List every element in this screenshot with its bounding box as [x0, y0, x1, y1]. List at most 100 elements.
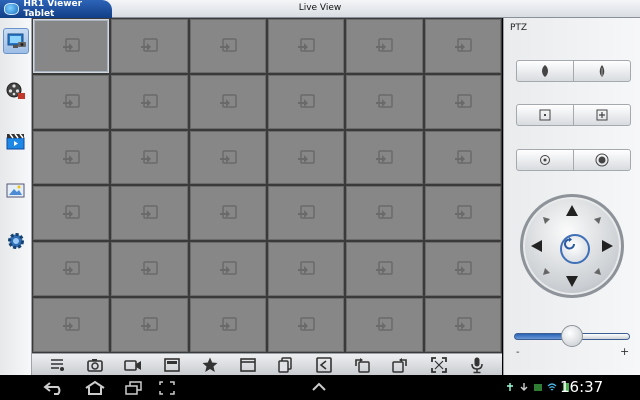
camera-cell[interactable] — [189, 186, 266, 241]
camera-cell[interactable] — [424, 186, 501, 241]
down-right-arrow[interactable] — [594, 268, 601, 275]
up-right-arrow[interactable] — [594, 217, 601, 224]
camera-cell[interactable] — [268, 242, 345, 297]
no-video-icon — [219, 38, 237, 52]
pan-right-arrow[interactable] — [602, 240, 613, 252]
record-video-button[interactable] — [124, 356, 142, 374]
focus-near-button[interactable] — [517, 61, 573, 81]
film-reel-icon — [6, 82, 25, 99]
camera-cell[interactable] — [189, 298, 266, 352]
camera-cell[interactable] — [189, 242, 266, 297]
sidebar-item-settings[interactable] — [3, 228, 29, 254]
screenshot-icon[interactable] — [158, 380, 176, 396]
camera-cell[interactable] — [346, 242, 423, 297]
window-icon — [240, 357, 256, 372]
sidebar-item-playback[interactable] — [3, 78, 29, 104]
layout-list-button[interactable] — [48, 356, 66, 374]
camera-cell[interactable] — [346, 19, 423, 73]
camera-cell[interactable] — [111, 19, 188, 73]
down-left-arrow[interactable] — [543, 268, 550, 275]
wifi-icon — [547, 383, 557, 391]
camera-cell[interactable] — [33, 74, 110, 129]
usb-icon — [507, 383, 513, 391]
zoom-in-button[interactable] — [517, 105, 573, 125]
picture-icon — [6, 183, 25, 198]
expand-up-icon[interactable] — [311, 380, 327, 394]
clock: 16:37 — [560, 378, 604, 396]
camera-cell[interactable] — [424, 130, 501, 185]
no-video-icon — [454, 317, 472, 331]
full-frame-button[interactable] — [163, 356, 181, 374]
fullscreen-button[interactable] — [430, 356, 448, 374]
camera-cell[interactable] — [268, 19, 345, 73]
camera-cell[interactable] — [346, 130, 423, 185]
channel-group-button[interactable] — [277, 356, 295, 374]
ptz-speed-slider-thumb[interactable] — [561, 325, 583, 347]
no-video-icon — [141, 38, 159, 52]
camera-cell[interactable] — [189, 19, 266, 73]
pan-left-arrow[interactable] — [531, 240, 542, 252]
camera-cell[interactable] — [111, 298, 188, 352]
up-left-arrow[interactable] — [543, 217, 550, 224]
camera-cell[interactable] — [189, 130, 266, 185]
sidebar-item-snapshots[interactable] — [3, 178, 29, 204]
gear-icon — [8, 233, 24, 249]
no-video-icon — [454, 149, 472, 164]
camera-cell[interactable] — [268, 130, 345, 185]
camera-cell[interactable] — [268, 74, 345, 129]
view-title: Live View — [298, 3, 342, 13]
camera-cell[interactable] — [346, 298, 423, 352]
back-icon[interactable] — [42, 380, 68, 396]
no-video-icon — [376, 93, 394, 108]
camera-cell[interactable] — [424, 242, 501, 297]
microphone-button[interactable] — [468, 356, 486, 374]
rotate-left-button[interactable] — [353, 356, 371, 374]
camera-cell[interactable] — [424, 74, 501, 129]
camera-cell[interactable] — [111, 130, 188, 185]
zoom-out-button[interactable] — [573, 105, 630, 125]
no-video-icon — [454, 38, 472, 52]
iris-close-button[interactable] — [517, 150, 573, 170]
camera-cell[interactable] — [111, 74, 188, 129]
camera-cell[interactable] — [268, 186, 345, 241]
focus-far-button[interactable] — [573, 61, 630, 81]
window-button[interactable] — [239, 356, 257, 374]
camera-cell[interactable] — [33, 130, 110, 185]
ptz-joystick[interactable] — [520, 194, 624, 298]
snapshot-camera-button[interactable] — [86, 356, 104, 374]
full-frame-icon — [163, 357, 180, 372]
no-video-icon — [219, 93, 237, 108]
camera-cell[interactable] — [189, 74, 266, 129]
rotate-right-button[interactable] — [391, 356, 409, 374]
tilt-down-arrow[interactable] — [566, 276, 578, 287]
app-tab[interactable]: HR1 Viewer Tablet — [0, 0, 112, 19]
no-video-icon — [141, 149, 159, 164]
recent-apps-icon[interactable] — [124, 380, 144, 396]
no-video-icon — [298, 317, 315, 331]
iris-open-button[interactable] — [573, 150, 630, 170]
auto-rotate-icon — [564, 237, 575, 250]
favorite-star-button[interactable] — [201, 356, 219, 374]
camera-cell[interactable] — [33, 19, 110, 73]
ptz-title: PTZ — [510, 23, 528, 33]
camera-cell[interactable] — [33, 298, 110, 352]
camera-cell[interactable] — [111, 242, 188, 297]
camera-cell[interactable] — [33, 186, 110, 241]
camera-cell[interactable] — [111, 186, 188, 241]
camera-cell[interactable] — [346, 74, 423, 129]
auto-rotate-button[interactable] — [560, 234, 590, 264]
camera-cell[interactable] — [268, 298, 345, 352]
prev-page-button[interactable] — [315, 356, 333, 374]
camera-cell[interactable] — [33, 242, 110, 297]
no-video-icon — [63, 149, 80, 164]
home-icon[interactable] — [83, 380, 107, 396]
no-video-icon — [298, 149, 315, 164]
camera-cell[interactable] — [346, 186, 423, 241]
camera-cell[interactable] — [424, 19, 501, 73]
sidebar-item-video-clips[interactable] — [3, 128, 29, 154]
sidebar-item-live-view[interactable] — [3, 28, 29, 54]
channel-group-icon — [278, 356, 292, 373]
tilt-up-arrow[interactable] — [566, 205, 578, 216]
monitor-camera-icon — [7, 33, 26, 48]
camera-cell[interactable] — [424, 298, 501, 352]
